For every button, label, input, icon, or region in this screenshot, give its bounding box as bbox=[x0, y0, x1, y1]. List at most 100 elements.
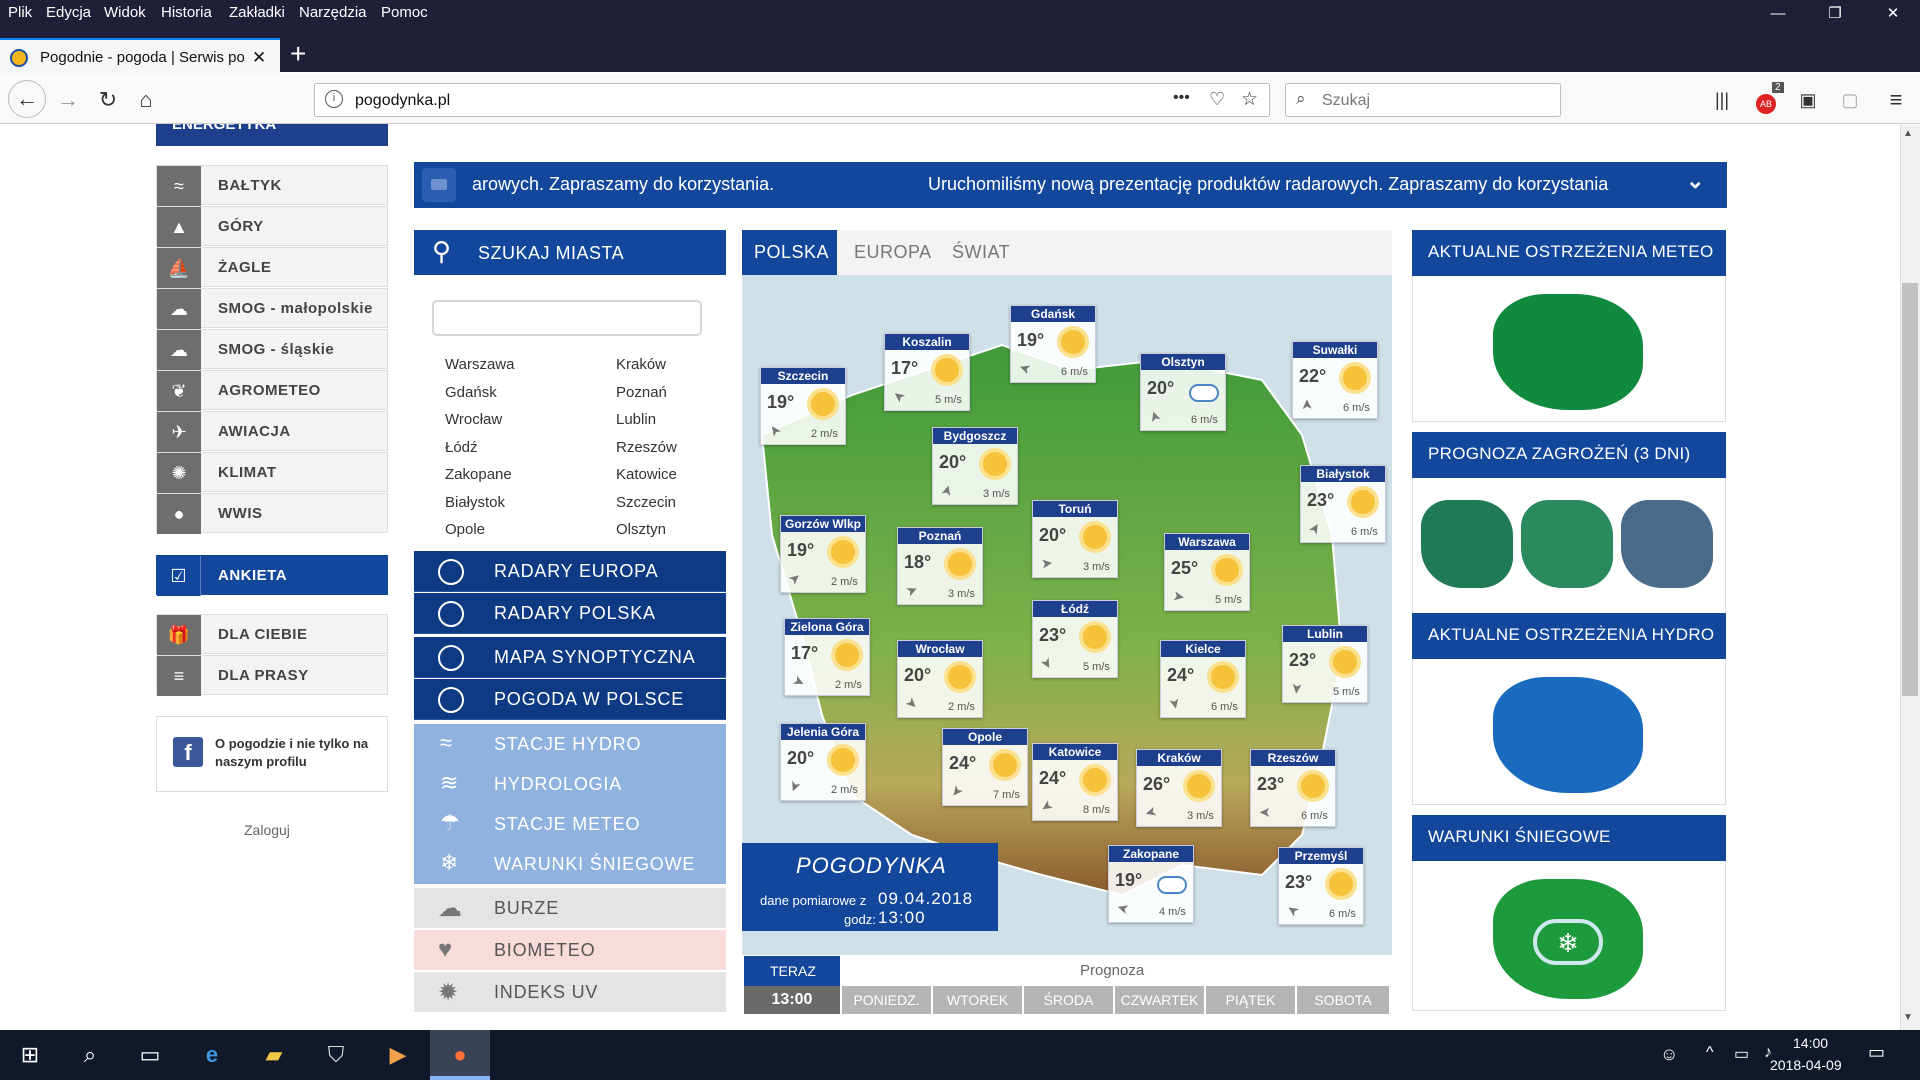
nav-mapa-synoptyczna[interactable]: MAPA SYNOPTYCZNA bbox=[414, 637, 726, 678]
weather-city-box[interactable]: Suwałki 22° ➤ 6 m/s bbox=[1292, 341, 1378, 419]
sidebar-item-ankieta[interactable]: ☑ ANKIETA bbox=[156, 555, 388, 596]
windows-start-icon[interactable]: ⊞ bbox=[0, 1030, 60, 1080]
weather-map[interactable]: Gdańsk 19° ➤ 6 m/s Koszalin 17° ➤ 5 m/s Szczecin… bbox=[742, 275, 1392, 955]
nav-stacje-meteo[interactable]: ☂ STACJE METEO bbox=[414, 804, 726, 844]
right-card-4[interactable]: WARUNKI ŚNIEGOWE ❄ POGODYNKA bbox=[1412, 815, 1726, 1011]
weather-city-box[interactable]: Olsztyn 20° ➤ 6 m/s bbox=[1140, 353, 1226, 431]
city-link[interactable]: Gdańsk bbox=[445, 384, 497, 401]
weather-city-box[interactable]: Rzeszów 23° ➤ 6 m/s bbox=[1250, 749, 1336, 827]
nav-radary-polska[interactable]: RADARY POLSKA bbox=[414, 593, 726, 634]
weather-city-box[interactable]: Białystok 23° ➤ 6 m/s bbox=[1300, 465, 1386, 543]
file-explorer-icon[interactable]: ▰ bbox=[244, 1030, 304, 1080]
city-link[interactable]: Olsztyn bbox=[616, 521, 666, 538]
city-link[interactable]: Poznań bbox=[616, 384, 667, 401]
sidebar-item-1[interactable]: ≈ BAŁTYK bbox=[156, 165, 388, 206]
menu-historia[interactable]: Historia bbox=[161, 4, 212, 21]
sidebar-item-dla-ciebie[interactable]: 🎁 DLA CIEBIE bbox=[156, 614, 388, 655]
day-button-2[interactable]: WTOREK bbox=[933, 986, 1022, 1014]
network-icon[interactable]: ▭ bbox=[1734, 1044, 1749, 1064]
restore-button[interactable]: ❐ bbox=[1812, 0, 1858, 28]
back-icon[interactable]: ← bbox=[8, 80, 46, 118]
sidebar-toggle-icon[interactable]: ▣ bbox=[1792, 84, 1824, 116]
weather-city-box[interactable]: Gdańsk 19° ➤ 6 m/s bbox=[1010, 305, 1096, 383]
tab-close-icon[interactable]: ✕ bbox=[252, 48, 266, 68]
weather-city-box[interactable]: Kraków 26° ➤ 3 m/s bbox=[1136, 749, 1222, 827]
info-icon[interactable]: i bbox=[325, 90, 343, 108]
right-card-1[interactable]: AKTUALNE OSTRZEŻENIA METEO POGODYNKA bbox=[1412, 230, 1726, 422]
sidebar-item-7[interactable]: ✈ AWIACJA bbox=[156, 411, 388, 452]
time-now-button[interactable]: 13:00 bbox=[744, 986, 840, 1014]
tab-polska[interactable]: POLSKA bbox=[742, 230, 837, 275]
nav-indeks-uv[interactable]: ✹ INDEKS UV bbox=[414, 972, 726, 1012]
bookmark-star-icon[interactable]: ☆ bbox=[1241, 88, 1258, 111]
weather-city-box[interactable]: Jelenia Góra 20° ➤ 2 m/s bbox=[780, 723, 866, 801]
city-link[interactable]: Białystok bbox=[445, 494, 505, 511]
weather-city-box[interactable]: Łódź 23° ➤ 5 m/s bbox=[1032, 600, 1118, 678]
sidebar-item-3[interactable]: ⛵ ŻAGLE bbox=[156, 247, 388, 288]
hamburger-menu-icon[interactable]: ≡ bbox=[1880, 84, 1912, 116]
tab-swiat[interactable]: ŚWIAT bbox=[952, 242, 1010, 263]
weather-city-box[interactable]: Wrocław 20° ➤ 2 m/s bbox=[897, 640, 983, 718]
city-link[interactable]: Opole bbox=[445, 521, 485, 538]
weather-city-box[interactable]: Opole 24° ➤ 7 m/s bbox=[942, 728, 1028, 806]
new-tab-button[interactable]: + bbox=[290, 38, 306, 70]
sidebar-item-5[interactable]: ☁ SMOG - śląskie bbox=[156, 329, 388, 370]
weather-city-box[interactable]: Przemyśl 23° ➤ 6 m/s bbox=[1278, 847, 1364, 925]
login-link[interactable]: Zaloguj bbox=[244, 822, 290, 838]
weather-city-box[interactable]: Lublin 23° ➤ 5 m/s bbox=[1282, 625, 1368, 703]
task-view-icon[interactable]: ▭ bbox=[120, 1030, 180, 1080]
right-card-3[interactable]: AKTUALNE OSTRZEŻENIA HYDRO POGODYNKA bbox=[1412, 613, 1726, 805]
city-link[interactable]: Kraków bbox=[616, 356, 666, 373]
minimize-button[interactable]: — bbox=[1755, 0, 1801, 28]
media-player-icon[interactable]: ▶ bbox=[368, 1030, 428, 1080]
tab-europa[interactable]: EUROPA bbox=[854, 242, 932, 263]
sidebar-item-6[interactable]: ❦ AGROMETEO bbox=[156, 370, 388, 411]
city-link[interactable]: Warszawa bbox=[445, 356, 514, 373]
sidebar-item-9[interactable]: ● WWIS bbox=[156, 493, 388, 534]
nav-radary-europa[interactable]: RADARY EUROPA bbox=[414, 551, 726, 592]
scroll-down-icon[interactable]: ▼ bbox=[1903, 1012, 1913, 1023]
url-text[interactable]: pogodynka.pl bbox=[355, 92, 450, 110]
reload-icon[interactable]: ↻ bbox=[92, 84, 124, 116]
day-button-6[interactable]: SOBOTA bbox=[1297, 986, 1389, 1014]
menu-edycja[interactable]: Edycja bbox=[46, 4, 91, 21]
notifications-icon[interactable]: ▭ bbox=[1868, 1042, 1885, 1063]
nav-burze[interactable]: ☁ BURZE bbox=[414, 888, 726, 928]
url-bar[interactable]: i pogodynka.pl ••• ♡ ☆ bbox=[314, 83, 1270, 117]
sidebar-item-dla-prasy[interactable]: ≡ DLA PRASY bbox=[156, 655, 388, 696]
nav-stacje-hydro[interactable]: ≈ STACJE HYDRO bbox=[414, 724, 726, 764]
sidebar-top-item[interactable]: ENERGETYKA bbox=[156, 124, 388, 146]
home-icon[interactable]: ⌂ bbox=[130, 84, 162, 116]
city-link[interactable]: Rzeszów bbox=[616, 439, 677, 456]
clock-date[interactable]: 2018-04-09 bbox=[1770, 1057, 1842, 1073]
weather-city-box[interactable]: Gorzów Wlkp 19° ➤ 2 m/s bbox=[780, 515, 866, 593]
sidebar-item-2[interactable]: ▲ GÓRY bbox=[156, 206, 388, 247]
menu-widok[interactable]: Widok bbox=[104, 4, 146, 21]
nav-pogoda-w-polsce[interactable]: POGODA W POLSCE bbox=[414, 679, 726, 720]
right-card-2[interactable]: PROGNOZA ZAGROŻEŃ (3 DNI) bbox=[1412, 432, 1726, 614]
nav-hydrologia[interactable]: ≋ HYDROLOGIA bbox=[414, 764, 726, 804]
people-icon[interactable]: ☺ bbox=[1660, 1044, 1678, 1065]
weather-city-box[interactable]: Kielce 24° ➤ 6 m/s bbox=[1160, 640, 1246, 718]
chevron-down-icon[interactable]: ⌄ bbox=[1686, 168, 1704, 194]
city-link[interactable]: Katowice bbox=[616, 466, 677, 483]
day-button-4[interactable]: CZWARTEK bbox=[1115, 986, 1204, 1014]
city-link[interactable]: Zakopane bbox=[445, 466, 512, 483]
facebook-box[interactable]: f O pogodzie i nie tylko na naszym profi… bbox=[156, 716, 388, 792]
menu-narzedzia[interactable]: Narzędzia bbox=[299, 4, 367, 21]
sidebar-item-8[interactable]: ✺ KLIMAT bbox=[156, 452, 388, 493]
tray-chevron-icon[interactable]: ^ bbox=[1706, 1044, 1714, 1062]
scroll-up-icon[interactable]: ▲ bbox=[1903, 128, 1913, 139]
search-input[interactable]: ⌕ Szukaj bbox=[1285, 83, 1561, 117]
close-window-button[interactable]: ✕ bbox=[1870, 0, 1916, 28]
nav-warunki-śniegowe[interactable]: ❄ WARUNKI ŚNIEGOWE bbox=[414, 844, 726, 884]
news-banner[interactable]: arowych. Zapraszamy do korzystania. Uruc… bbox=[414, 162, 1727, 208]
page-actions-icon[interactable]: ••• bbox=[1173, 89, 1190, 107]
weather-city-box[interactable]: Bydgoszcz 20° ➤ 3 m/s bbox=[932, 427, 1018, 505]
menu-pomoc[interactable]: Pomoc bbox=[381, 4, 428, 21]
menu-plik[interactable]: Plik bbox=[8, 4, 32, 21]
day-button-1[interactable]: PONIEDZ. bbox=[842, 986, 931, 1014]
firefox-taskbar-icon[interactable]: ● bbox=[430, 1030, 490, 1080]
library-icon[interactable]: ||| bbox=[1706, 84, 1738, 116]
day-button-3[interactable]: ŚRODA bbox=[1024, 986, 1113, 1014]
